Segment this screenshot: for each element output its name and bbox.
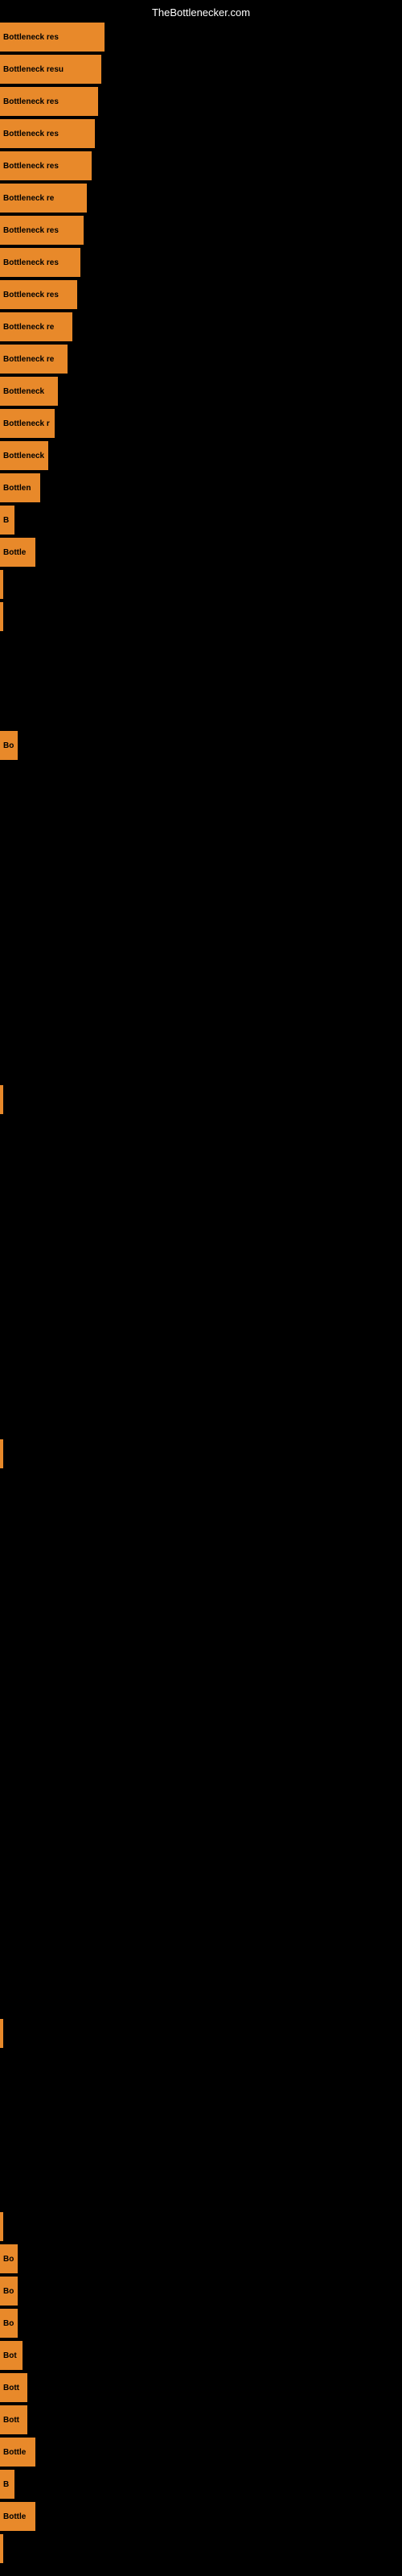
bar-label: Bottleneck res <box>3 162 59 171</box>
bar-item: Bott <box>0 2405 27 2434</box>
bar-item: Bottleneck r <box>0 409 55 438</box>
bar-item <box>0 1085 3 1114</box>
bar-label: Bo <box>3 2255 14 2264</box>
bar-item: Bottleneck res <box>0 87 98 116</box>
bar-label: Bottle <box>3 548 26 557</box>
bar-label: B <box>3 516 9 525</box>
bar-item <box>0 2019 3 2048</box>
bar-label: Bottleneck res <box>3 97 59 106</box>
bar-item: Bottleneck res <box>0 280 77 309</box>
bar-label: Bo <box>3 2287 14 2296</box>
bar-item: Bottleneck resu <box>0 55 101 84</box>
bar-label: Bottleneck res <box>3 130 59 138</box>
bar-label: B <box>3 2480 9 2489</box>
bar-label: Bottleneck resu <box>3 65 64 74</box>
bar-item <box>0 2534 3 2563</box>
bar-label: Bo <box>3 741 14 750</box>
bar-label: Bottleneck re <box>3 323 54 332</box>
bar-item: Bottle <box>0 2438 35 2467</box>
bar-label: Bottleneck res <box>3 226 59 235</box>
bar-label: Bottleneck <box>3 452 44 460</box>
bar-label: Bottleneck res <box>3 291 59 299</box>
bar-label: Bott <box>3 2384 19 2392</box>
bar-item: Bottle <box>0 538 35 567</box>
bar-item: B <box>0 506 14 535</box>
bar-item: Bottleneck <box>0 441 48 470</box>
bar-item: Bottleneck res <box>0 119 95 148</box>
bar-label: Bottle <box>3 2448 26 2457</box>
bar-label: Bottleneck re <box>3 194 54 203</box>
bar-label: Bot <box>3 2351 17 2360</box>
bar-item: Bottleneck re <box>0 184 87 213</box>
site-title: TheBottlenecker.com <box>152 6 250 19</box>
bar-item <box>0 570 3 599</box>
bar-item: Bottleneck res <box>0 23 105 52</box>
bar-label: Bottleneck <box>3 387 44 396</box>
bar-label: Bottleneck res <box>3 33 59 42</box>
bar-item <box>0 1439 3 1468</box>
bar-item: Bo <box>0 2309 18 2338</box>
bar-item: Bo <box>0 2277 18 2306</box>
bar-item: Bottleneck re <box>0 312 72 341</box>
bar-label: Bottleneck re <box>3 355 54 364</box>
bar-item <box>0 602 3 631</box>
bar-item: Bottle <box>0 2502 35 2531</box>
bar-label: Bottleneck r <box>3 419 50 428</box>
bar-item: Bo <box>0 2244 18 2273</box>
bar-item: Bottleneck re <box>0 345 68 374</box>
bar-label: Bottle <box>3 2512 26 2521</box>
bar-item: Bo <box>0 731 18 760</box>
bar-item: Bottleneck res <box>0 248 80 277</box>
bar-item: Bottleneck <box>0 377 58 406</box>
bar-label: Bott <box>3 2416 19 2425</box>
bar-item: Bott <box>0 2373 27 2402</box>
bar-item: Bot <box>0 2341 23 2370</box>
bar-label: Bo <box>3 2319 14 2328</box>
bar-item <box>0 2212 3 2241</box>
bar-item: Bottlen <box>0 473 40 502</box>
bar-item: Bottleneck res <box>0 151 92 180</box>
bar-label: Bottleneck res <box>3 258 59 267</box>
bar-item: Bottleneck res <box>0 216 84 245</box>
bar-label: Bottlen <box>3 484 31 493</box>
bar-item: B <box>0 2470 14 2499</box>
